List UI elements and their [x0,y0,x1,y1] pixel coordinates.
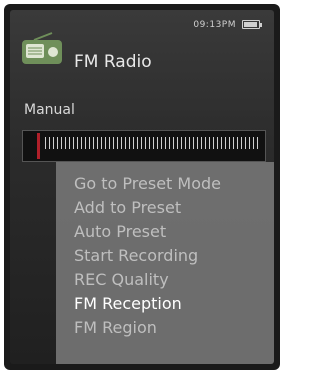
mode-label: Manual [24,102,75,118]
tuner-scale [45,137,259,149]
menu-item-start-recording[interactable]: Start Recording [74,246,198,265]
menu-item-rec-quality[interactable]: REC Quality [74,270,169,289]
screen: 09:13PM FM Radio Manual Go to Preset Mod… [10,10,274,364]
menu-item-add-to-preset[interactable]: Add to Preset [74,198,181,217]
page-title: FM Radio [74,52,152,72]
frequency-tuner[interactable] [22,130,266,162]
menu-item-fm-reception[interactable]: FM Reception [74,294,182,313]
battery-icon [242,20,262,29]
menu-item-go-to-preset-mode[interactable]: Go to Preset Mode [74,174,221,193]
menu-item-fm-region[interactable]: FM Region [74,318,157,337]
menu-item-auto-preset[interactable]: Auto Preset [74,222,166,241]
radio-icon [22,32,62,64]
device-frame: 09:13PM FM Radio Manual Go to Preset Mod… [4,4,280,370]
options-menu: Go to Preset Mode Add to Preset Auto Pre… [56,162,274,364]
tuner-needle [37,133,40,159]
status-time: 09:13PM [193,20,236,30]
